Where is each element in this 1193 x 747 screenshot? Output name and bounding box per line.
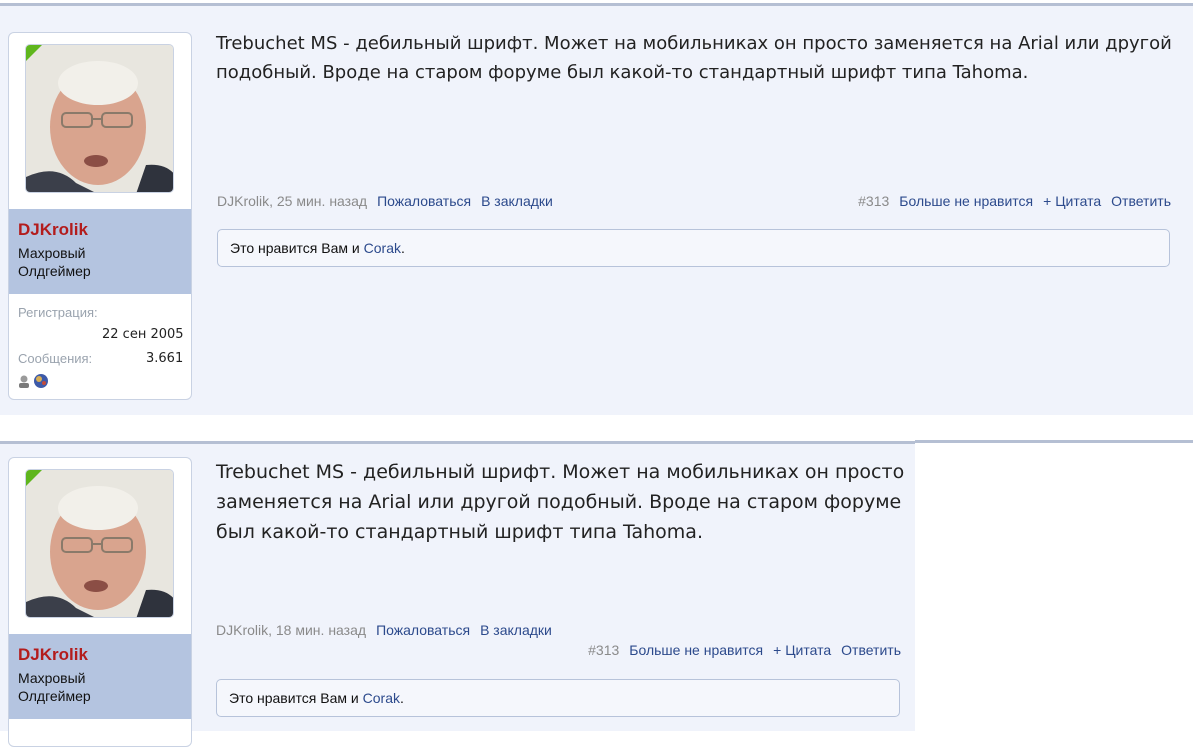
- likes-user-link[interactable]: Corak: [364, 240, 401, 256]
- unlike-link[interactable]: Больше не нравится: [629, 642, 763, 658]
- post-meta-left: DJKrolik, 18 мин. назад Пожаловаться В зак…: [216, 622, 552, 638]
- forum-post: DJKrolik Махровый Олдгеймер Регистрация:…: [0, 3, 1193, 415]
- post-meta-left: DJKrolik, 25 мин. назад Пожаловаться В зак…: [217, 193, 553, 209]
- report-link[interactable]: Пожаловаться: [376, 622, 470, 638]
- user-name-bar: DJKrolik Махровый Олдгеймер: [9, 209, 191, 294]
- post-message: Trebuchet MS - дебильный шрифт. Может на…: [216, 33, 1172, 83]
- avatar[interactable]: [25, 44, 174, 193]
- bookmark-link[interactable]: В закладки: [480, 622, 552, 638]
- user-award-icon: [19, 375, 29, 388]
- reply-link[interactable]: Ответить: [1111, 193, 1171, 209]
- likes-suffix: .: [400, 690, 404, 706]
- likes-summary: Это нравится Вам и Corak.: [216, 679, 900, 717]
- post-meta-right: #313 Больше не нравится + Цитата Ответить: [588, 642, 901, 658]
- likes-prefix: Это нравится Вам и: [229, 690, 363, 706]
- likes-user-link[interactable]: Corak: [363, 690, 400, 706]
- user-title: Махровый Олдгеймер: [18, 245, 91, 279]
- post-number[interactable]: #313: [858, 193, 889, 209]
- registration-date: 22 сен 2005: [102, 327, 184, 342]
- globe-award-icon: [34, 374, 48, 388]
- post-divider: [915, 440, 1193, 443]
- user-info-panel: DJKrolik Махровый Олдгеймер: [8, 457, 192, 747]
- user-title: Махровый Олдгеймер: [18, 670, 91, 704]
- registration-label: Регистрация:: [18, 305, 98, 320]
- post-author-time[interactable]: DJKrolik, 18 мин. назад: [216, 622, 366, 638]
- post-message: Trebuchet MS - дебильный шрифт. Может на…: [216, 461, 905, 543]
- post-meta-right: #313 Больше не нравится + Цитата Ответить: [858, 193, 1171, 209]
- report-link[interactable]: Пожаловаться: [377, 193, 471, 209]
- likes-prefix: Это нравится Вам и: [230, 240, 364, 256]
- forum-post: DJKrolik Махровый Олдгеймер Trebuchet MS…: [0, 441, 915, 747]
- bookmark-link[interactable]: В закладки: [481, 193, 553, 209]
- user-badges: [18, 373, 54, 394]
- likes-summary: Это нравится Вам и Corak.: [217, 229, 1170, 267]
- messages-count: 3.661: [146, 351, 184, 366]
- unlike-link[interactable]: Больше не нравится: [899, 193, 1033, 209]
- online-indicator-icon: [26, 470, 42, 486]
- quote-link[interactable]: + Цитата: [773, 642, 831, 658]
- user-info-panel: DJKrolik Махровый Олдгеймер Регистрация:…: [8, 32, 192, 400]
- user-name-bar: DJKrolik Махровый Олдгеймер: [9, 634, 191, 719]
- quote-link[interactable]: + Цитата: [1043, 193, 1101, 209]
- username-link[interactable]: DJKrolik: [18, 220, 88, 240]
- username-link[interactable]: DJKrolik: [18, 645, 88, 665]
- post-author-time[interactable]: DJKrolik, 25 мин. назад: [217, 193, 367, 209]
- reply-link[interactable]: Ответить: [841, 642, 901, 658]
- messages-label: Сообщения:: [18, 351, 93, 366]
- avatar[interactable]: [25, 469, 174, 618]
- online-indicator-icon: [26, 45, 42, 61]
- post-number[interactable]: #313: [588, 642, 619, 658]
- likes-suffix: .: [401, 240, 405, 256]
